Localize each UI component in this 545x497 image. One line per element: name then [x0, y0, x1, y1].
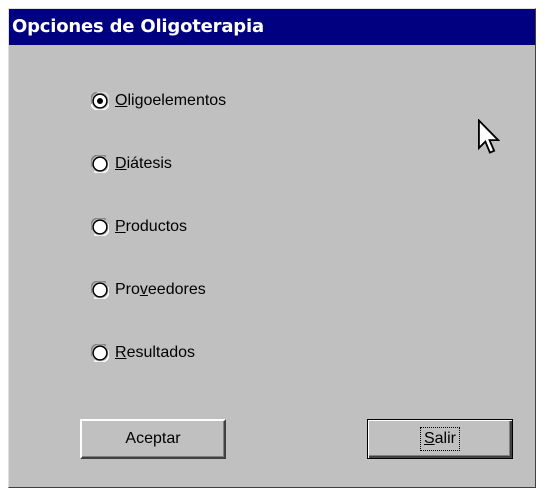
- radio-label-diatesis: Diátesis: [115, 155, 172, 172]
- radio-label-resultados: Resultados: [115, 344, 196, 361]
- radio-unselected-icon[interactable]: [91, 344, 109, 362]
- dialog-title: Opciones de Oligoterapia: [12, 16, 264, 37]
- accept-button[interactable]: Aceptar: [80, 419, 226, 459]
- radio-option-resultados[interactable]: Resultados: [91, 340, 195, 366]
- arrow-cursor-icon: [478, 119, 500, 154]
- radio-unselected-icon[interactable]: [91, 218, 109, 236]
- title-bar[interactable]: Opciones de Oligoterapia: [9, 9, 535, 45]
- exit-button[interactable]: Salir: [367, 419, 513, 459]
- radio-unselected-icon[interactable]: [91, 281, 109, 299]
- radio-label-productos: Productos: [115, 218, 188, 235]
- radio-unselected-icon[interactable]: [91, 155, 109, 173]
- accept-button-label: Aceptar: [125, 430, 181, 447]
- radio-selected-icon[interactable]: [91, 92, 109, 110]
- oligoterapia-options-dialog: Opciones de Oligoterapia Oligoelementos …: [8, 8, 536, 488]
- radio-option-oligoelementos[interactable]: Oligoelementos: [91, 88, 226, 114]
- radio-option-diatesis[interactable]: Diátesis: [91, 151, 172, 177]
- radio-option-proveedores[interactable]: Proveedores: [91, 277, 206, 303]
- radio-option-productos[interactable]: Productos: [91, 214, 187, 240]
- radio-label-proveedores: Proveedores: [115, 281, 206, 298]
- radio-label-oligoelementos: Oligoelementos: [115, 92, 227, 109]
- exit-button-label: Salir: [419, 427, 460, 451]
